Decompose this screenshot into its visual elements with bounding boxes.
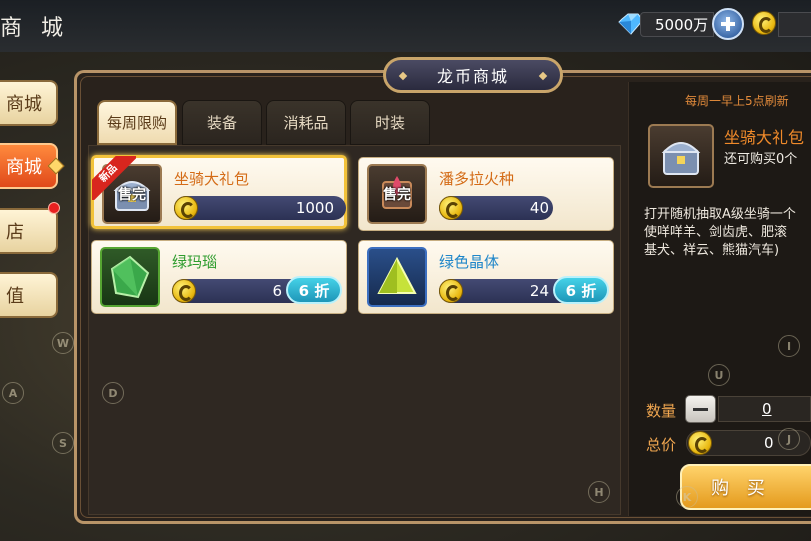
item-name: 绿色晶体: [439, 253, 500, 271]
sidebar-item-label: 店: [6, 222, 24, 243]
key-hint-u: U: [708, 364, 730, 386]
tab-label: 装备: [206, 114, 237, 132]
tab-fashion[interactable]: 时装: [350, 100, 430, 145]
tab-label: 每周限购: [106, 114, 167, 132]
active-indicator-icon: [47, 157, 65, 175]
sold-out-label: 售完: [383, 187, 411, 203]
item-price: 40: [529, 199, 549, 217]
treasure-chest-icon: [648, 124, 714, 188]
refresh-note: 每周一早上5点刷新: [685, 94, 789, 108]
dragon-coin-icon: [752, 11, 776, 35]
item-name: 绿玛瑙: [172, 253, 218, 271]
key-hint-j: J: [778, 428, 800, 450]
dragon-coin-icon: [174, 196, 198, 220]
key-hint-h: H: [588, 481, 610, 503]
tab-consumables[interactable]: 消耗品: [266, 100, 346, 145]
tab-label: 时装: [374, 114, 405, 132]
discount-badge: 6 折: [553, 276, 609, 304]
quantity-value: 0: [762, 400, 772, 418]
dragon-coin-icon: [172, 279, 196, 303]
remaining-purchases: 还可购买0个: [724, 152, 798, 167]
shop-item-card[interactable]: 售完 潘多拉火种 40: [358, 157, 614, 231]
shop-item-card[interactable]: 绿色晶体 24 6 折: [358, 240, 614, 314]
item-price: 1000: [295, 199, 334, 217]
shop-item-card[interactable]: 绿玛瑙 6 6 折: [91, 240, 347, 314]
new-badge: 新品: [92, 156, 136, 200]
shop-item-card[interactable]: 售完 新品 坐骑大礼包 1000: [91, 155, 347, 229]
key-hint-k: K: [676, 486, 698, 508]
tab-label: 消耗品: [283, 114, 329, 132]
total-price-value: 0: [764, 434, 774, 452]
key-hint-d: D: [102, 382, 124, 404]
key-hint-a: A: [2, 382, 24, 404]
decrease-quantity-button[interactable]: [685, 395, 716, 423]
item-description: 打开随机抽取A级坐骑一个 使咩咩羊、剑齿虎、肥滚 基犬、祥云、熊猫汽车): [644, 207, 796, 258]
key-hint-i: I: [778, 335, 800, 357]
pandora-flame-icon: 售完: [367, 164, 427, 224]
tab-weekly-limited[interactable]: 每周限购: [97, 100, 177, 145]
detail-item-name: 坐骑大礼包: [724, 128, 805, 147]
green-crystal-icon: [367, 247, 427, 307]
add-diamond-button[interactable]: [712, 8, 744, 40]
sidebar-item-recharge[interactable]: 值: [0, 272, 58, 318]
notification-dot-icon: [48, 202, 60, 214]
panel-header: 龙币商城: [383, 57, 563, 93]
sidebar-item-store[interactable]: 店: [0, 208, 58, 254]
sidebar-item-shop-2[interactable]: 商城: [0, 143, 65, 189]
panel-title: 龙币商城: [436, 67, 509, 86]
discount-badge: 6 折: [286, 276, 342, 304]
dragon-coin-icon: [688, 431, 712, 455]
diamond-balance: 5000万: [655, 16, 709, 34]
dragon-coin-icon: [439, 279, 463, 303]
buy-button[interactable]: 购 买: [680, 464, 811, 510]
page-title: 商 城: [0, 16, 69, 41]
tab-equipment[interactable]: 装备: [182, 100, 262, 145]
key-hint-s: S: [52, 432, 74, 454]
quantity-label: 数量: [646, 402, 677, 420]
item-name: 潘多拉火种: [439, 170, 515, 188]
dragon-coin-icon: [439, 196, 463, 220]
item-price: 6: [272, 282, 282, 300]
sidebar-item-label: 商城: [6, 157, 42, 178]
coin-balance-box: [778, 12, 811, 37]
item-name: 坐骑大礼包: [174, 170, 250, 188]
sidebar-item-label: 值: [6, 286, 24, 307]
sidebar-item-label: 商城: [6, 94, 42, 115]
sidebar-item-shop-1[interactable]: 商城: [0, 80, 58, 126]
total-price-label: 总价: [646, 436, 677, 454]
green-agate-icon: [100, 247, 160, 307]
item-price: 24: [529, 282, 549, 300]
key-hint-w: W: [52, 332, 74, 354]
